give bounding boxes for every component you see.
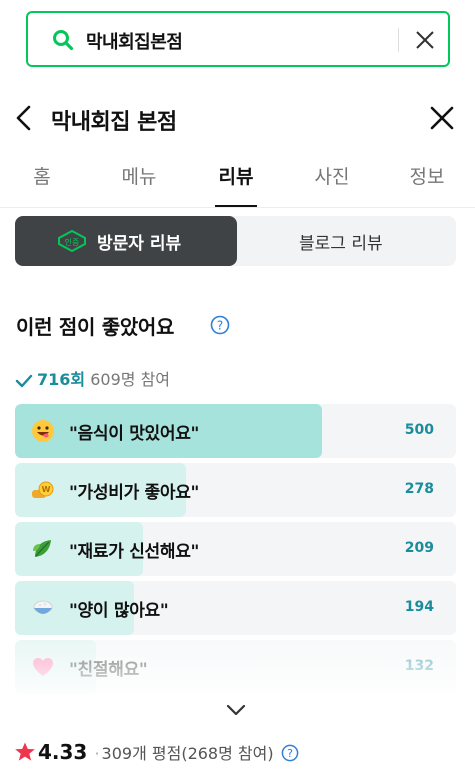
help-icon[interactable]: ? [210, 315, 230, 335]
search-bar[interactable]: 막내회집본점 [26, 11, 450, 67]
back-arrow-icon[interactable] [12, 104, 36, 132]
verified-badge-icon: 인증 [58, 230, 86, 252]
tab-home[interactable]: 홈 [10, 162, 74, 189]
section-title: 이런 점이 좋았어요 [16, 315, 175, 339]
keyword-count: 500 [404, 422, 434, 438]
rating-count: 309개 평점(268명 참여) [101, 744, 274, 763]
keyword-row[interactable]: "음식이 맛있어요" 500 [15, 404, 456, 458]
chevron-down-icon[interactable] [224, 700, 248, 720]
rating-summary: 4.33 · 309개 평점(268명 참여) ? [14, 740, 299, 764]
visitor-review-button[interactable]: 인증 방문자 리뷰 [15, 216, 237, 266]
tab-photo[interactable]: 사진 [300, 162, 364, 189]
review-type-toggle: 인증 방문자 리뷰 블로그 리뷰 [15, 216, 456, 266]
title-bar: 막내회집 본점 [0, 96, 475, 142]
tab-review[interactable]: 리뷰 [204, 162, 268, 189]
help-icon[interactable]: ? [281, 744, 299, 762]
keyword-label: "양이 많아요" [69, 601, 169, 621]
keyword-stats: 716회 609명 참여 [15, 366, 170, 390]
tab-bar: 홈 메뉴 리뷰 사진 정보 [0, 158, 475, 208]
search-icon [53, 30, 74, 51]
search-input[interactable]: 막내회집본점 [86, 28, 183, 54]
keyword-label: "친절해요" [69, 660, 148, 680]
keyword-row[interactable]: "친절해요" 132 [15, 640, 456, 694]
keyword-row[interactable]: W "가성비가 좋아요" 278 [15, 463, 456, 517]
blog-review-button[interactable]: 블로그 리뷰 [299, 229, 383, 254]
clear-icon[interactable] [412, 27, 438, 53]
close-icon[interactable] [428, 104, 456, 132]
verified-badge-label: 인증 [65, 237, 80, 247]
svg-text:W: W [42, 485, 51, 494]
tab-info[interactable]: 정보 [395, 162, 459, 189]
page-title: 막내회집 본점 [51, 110, 177, 135]
svg-text:?: ? [287, 747, 293, 760]
rice-bowl-icon [33, 600, 53, 614]
keyword-participants: 609명 참여 [90, 370, 171, 389]
keyword-label: "재료가 신선해요" [69, 542, 200, 562]
keyword-label: "음식이 맛있어요" [69, 424, 200, 444]
tab-menu[interactable]: 메뉴 [107, 162, 171, 189]
check-icon [15, 374, 33, 387]
svg-text:?: ? [217, 319, 223, 333]
keyword-row[interactable]: "재료가 신선해요" 209 [15, 522, 456, 576]
money-icon: W [32, 481, 54, 498]
star-icon [15, 742, 35, 761]
keyword-count: 278 [404, 481, 434, 497]
rating-value: 4.33 [38, 740, 88, 764]
keyword-count: 209 [404, 540, 434, 556]
search-divider [398, 28, 399, 52]
visitor-review-label: 방문자 리뷰 [97, 234, 182, 254]
rating-separator: · [94, 744, 100, 763]
keyword-total-count: 716회 [37, 370, 86, 389]
yummy-face-icon [32, 420, 54, 442]
keyword-count: 194 [404, 599, 434, 615]
keyword-label: "가성비가 좋아요" [69, 483, 200, 503]
keyword-count: 132 [404, 658, 434, 674]
leaf-icon [33, 540, 51, 557]
keyword-row[interactable]: "양이 많아요" 194 [15, 581, 456, 635]
keyword-list: "음식이 맛있어요" 500 W "가성비가 좋아요" 278 "재료가 신선해… [15, 404, 456, 699]
active-tab-indicator [215, 205, 257, 207]
heart-icon [33, 658, 53, 676]
